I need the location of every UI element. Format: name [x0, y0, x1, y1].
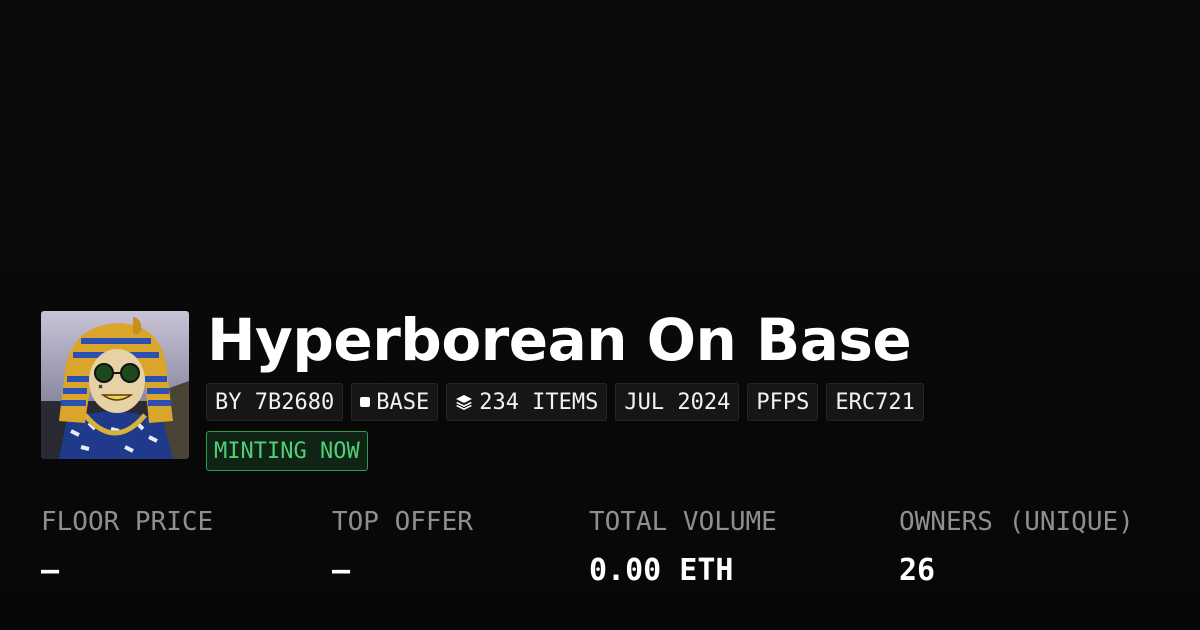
stat-label: FLOOR PRICE	[41, 507, 214, 537]
stat-label: TOP OFFER	[332, 507, 473, 537]
pharaoh-avatar-image	[41, 311, 189, 459]
stat-value: –	[332, 553, 351, 588]
layers-icon	[455, 393, 473, 411]
collection-avatar	[41, 311, 189, 459]
stat-owners: OWNERS (UNIQUE) 26	[899, 504, 1134, 591]
chain-label: BASE	[376, 389, 430, 415]
stat-floor-price: FLOOR PRICE –	[41, 504, 213, 591]
items-chip: 234 ITEMS	[446, 383, 608, 421]
category-chip[interactable]: PFPS	[747, 383, 819, 421]
collection-meta-chips: BY 7B2680 BASE 234 ITEMS JUL 2024 PFPS E…	[206, 383, 924, 421]
stat-value: 0.00 ETH	[589, 553, 734, 588]
collection-title: Hyperborean On Base	[207, 306, 912, 374]
stat-label: OWNERS (UNIQUE)	[899, 507, 1134, 537]
minting-status-badge[interactable]: MINTING NOW	[206, 431, 368, 471]
minting-status-label: MINTING NOW	[214, 438, 360, 464]
stat-top-offer: TOP OFFER –	[332, 504, 473, 591]
square-chain-icon	[360, 397, 371, 407]
items-count: 234 ITEMS	[479, 389, 599, 415]
date-chip: JUL 2024	[615, 383, 740, 421]
stat-value: 26	[899, 553, 936, 588]
standard-label: ERC721	[835, 389, 915, 415]
stat-total-volume: TOTAL VOLUME 0.00 ETH	[589, 504, 777, 591]
category-label: PFPS	[756, 389, 810, 415]
date-label: JUL 2024	[624, 389, 731, 415]
creator-chip[interactable]: BY 7B2680	[206, 383, 344, 421]
stat-label: TOTAL VOLUME	[589, 507, 777, 537]
creator-label: BY 7B2680	[215, 389, 335, 415]
stat-value: –	[41, 553, 60, 588]
standard-chip: ERC721	[826, 383, 924, 421]
chain-chip[interactable]: BASE	[351, 383, 439, 421]
